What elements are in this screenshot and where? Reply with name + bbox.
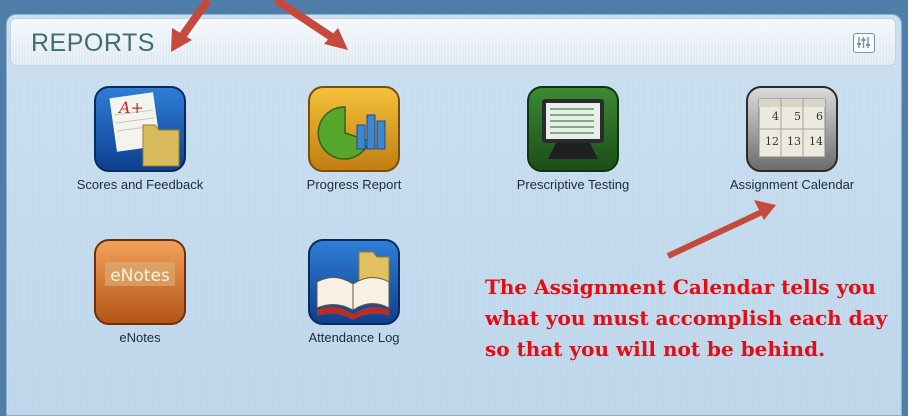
annotation-text: The Assignment Calendar tells you what y… bbox=[485, 275, 888, 361]
